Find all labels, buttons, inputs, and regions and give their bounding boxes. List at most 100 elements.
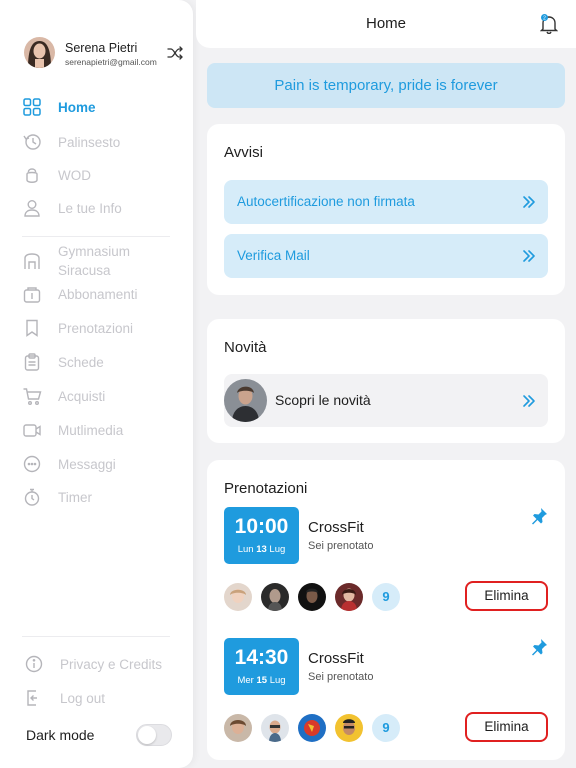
avviso-item-verifica-mail[interactable]: Verifica Mail <box>224 234 548 278</box>
booking-time: 14:30 <box>234 646 289 669</box>
sidebar-item-label: WOD <box>58 167 91 183</box>
prenotazioni-card: Prenotazioni 10:00 Lun 13 Lug CrossFit S… <box>207 460 565 760</box>
page-title: Home <box>365 15 406 32</box>
sidebar-item-label: Schede <box>58 354 104 370</box>
novita-thumbnail <box>224 379 267 422</box>
double-chevron-right-icon <box>523 250 535 262</box>
sidebar-item-palinsesto[interactable]: Palinsesto <box>22 131 182 153</box>
novita-label: Scopri le novità <box>275 392 371 408</box>
video-icon <box>23 424 41 437</box>
sidebar-item-multimedia[interactable]: Mutlimedia <box>22 419 182 441</box>
chat-icon <box>23 455 41 473</box>
user-email: serenapietri@gmail.com <box>65 57 157 67</box>
sidebar-item-messaggi[interactable]: Messaggi <box>22 453 182 475</box>
grid-icon <box>23 98 41 116</box>
booking-time-box: 10:00 Lun 13 Lug <box>224 507 299 564</box>
participant-avatar[interactable] <box>298 714 326 742</box>
participant-avatar[interactable] <box>335 714 363 742</box>
sidebar-item-le-tue-info[interactable]: Le tue Info <box>22 197 182 219</box>
user-name: Serena Pietri <box>65 41 138 55</box>
participants-count[interactable]: 9 <box>372 583 400 611</box>
pin-icon[interactable] <box>530 638 548 656</box>
sidebar-item-acquisti[interactable]: Acquisti <box>22 385 182 407</box>
double-chevron-right-icon <box>523 196 535 208</box>
participant-avatar[interactable] <box>261 714 289 742</box>
sidebar-item-label: Home <box>58 99 96 115</box>
participants-count[interactable]: 9 <box>372 714 400 742</box>
stopwatch-icon <box>24 488 40 506</box>
booking-time: 10:00 <box>234 515 289 538</box>
participant-avatar[interactable] <box>298 583 326 611</box>
history-icon <box>23 134 41 150</box>
dark-mode-label: Dark mode <box>26 727 95 743</box>
sidebar-item-gymnasium[interactable]: Gymnasium Siracusa <box>22 241 182 281</box>
participant-avatar[interactable] <box>261 583 289 611</box>
sidebar-item-label: Palinsesto <box>58 134 121 150</box>
avvisi-card: Avvisi Autocertificazione non firmata Ve… <box>207 124 565 295</box>
sidebar-item-timer[interactable]: Timer <box>22 486 182 508</box>
double-chevron-right-icon <box>523 395 535 407</box>
dark-mode-toggle[interactable] <box>136 724 172 746</box>
sidebar: Serena Pietri serenapietri@gmail.com Hom… <box>0 0 193 768</box>
booking-title: CrossFit <box>308 519 364 536</box>
sidebar-item-label: Privacy e Credits <box>60 656 163 672</box>
user-avatar <box>24 37 55 68</box>
motto-banner: Pain is temporary, pride is forever <box>207 63 565 108</box>
sidebar-item-label: Prenotazioni <box>58 320 134 336</box>
subscription-icon <box>23 287 41 303</box>
kettlebell-icon <box>26 168 38 183</box>
sidebar-item-privacy[interactable]: Privacy e Credits <box>24 653 184 675</box>
sidebar-item-home[interactable]: Home <box>22 96 182 118</box>
avviso-item-autocertificazione[interactable]: Autocertificazione non firmata <box>224 180 548 224</box>
avviso-label: Verifica Mail <box>237 248 310 263</box>
user-profile[interactable]: Serena Pietri serenapietri@gmail.com <box>24 37 189 69</box>
participant-avatar[interactable] <box>335 583 363 611</box>
sidebar-item-wod[interactable]: WOD <box>22 164 182 186</box>
novita-card: Novità Scopri le novità <box>207 319 565 443</box>
sidebar-item-prenotazioni[interactable]: Prenotazioni <box>22 317 182 339</box>
booking-item[interactable]: 10:00 Lun 13 Lug CrossFit Sei prenotato … <box>224 507 548 613</box>
participant-avatar[interactable] <box>224 583 252 611</box>
sidebar-item-abbonamenti[interactable]: Abbonamenti <box>22 283 182 305</box>
toggle-knob <box>138 726 156 744</box>
bell-icon[interactable]: 2 <box>540 14 558 34</box>
avvisi-title: Avvisi <box>224 144 263 161</box>
delete-booking-button[interactable]: Elimina <box>465 712 548 742</box>
booking-date: Lun 13 Lug <box>237 544 286 555</box>
logout-icon <box>27 690 37 706</box>
avviso-label: Autocertificazione non firmata <box>237 194 415 209</box>
cart-icon <box>23 388 42 405</box>
booking-date: Mer 15 Lug <box>237 675 286 686</box>
shuffle-icon[interactable] <box>167 45 183 61</box>
gym-icon <box>24 253 40 269</box>
booking-item[interactable]: 14:30 Mer 15 Lug CrossFit Sei prenotato … <box>224 638 548 744</box>
booking-title: CrossFit <box>308 650 364 667</box>
pin-icon[interactable] <box>530 507 548 525</box>
sidebar-item-label: Timer <box>58 489 92 505</box>
novita-item[interactable]: Scopri le novità <box>224 374 548 427</box>
sidebar-item-label: Mutlimedia <box>58 422 124 438</box>
top-bar: Home 2 <box>196 0 576 48</box>
sidebar-item-label: Acquisti <box>58 388 106 404</box>
user-icon <box>24 200 40 217</box>
sidebar-item-label: Le tue Info <box>58 200 122 216</box>
bookmark-icon <box>26 319 38 337</box>
sidebar-item-label: Messaggi <box>58 456 116 472</box>
sidebar-item-schede[interactable]: Schede <box>22 351 182 373</box>
participant-avatar[interactable] <box>224 714 252 742</box>
booking-status: Sei prenotato <box>308 540 374 552</box>
prenotazioni-title: Prenotazioni <box>224 480 308 497</box>
info-icon <box>25 655 43 673</box>
sidebar-item-label: Abbonamenti <box>58 286 138 302</box>
sidebar-item-label: Gymnasium Siracusa <box>58 244 131 278</box>
clipboard-icon <box>24 353 40 371</box>
sidebar-item-logout[interactable]: Log out <box>24 687 184 709</box>
notification-count: 2 <box>543 15 546 21</box>
delete-booking-button[interactable]: Elimina <box>465 581 548 611</box>
sidebar-divider <box>22 636 170 637</box>
sidebar-item-label: Log out <box>60 690 106 706</box>
sidebar-divider <box>22 236 170 237</box>
booking-status: Sei prenotato <box>308 671 374 683</box>
novita-title: Novità <box>224 339 267 356</box>
booking-time-box: 14:30 Mer 15 Lug <box>224 638 299 695</box>
